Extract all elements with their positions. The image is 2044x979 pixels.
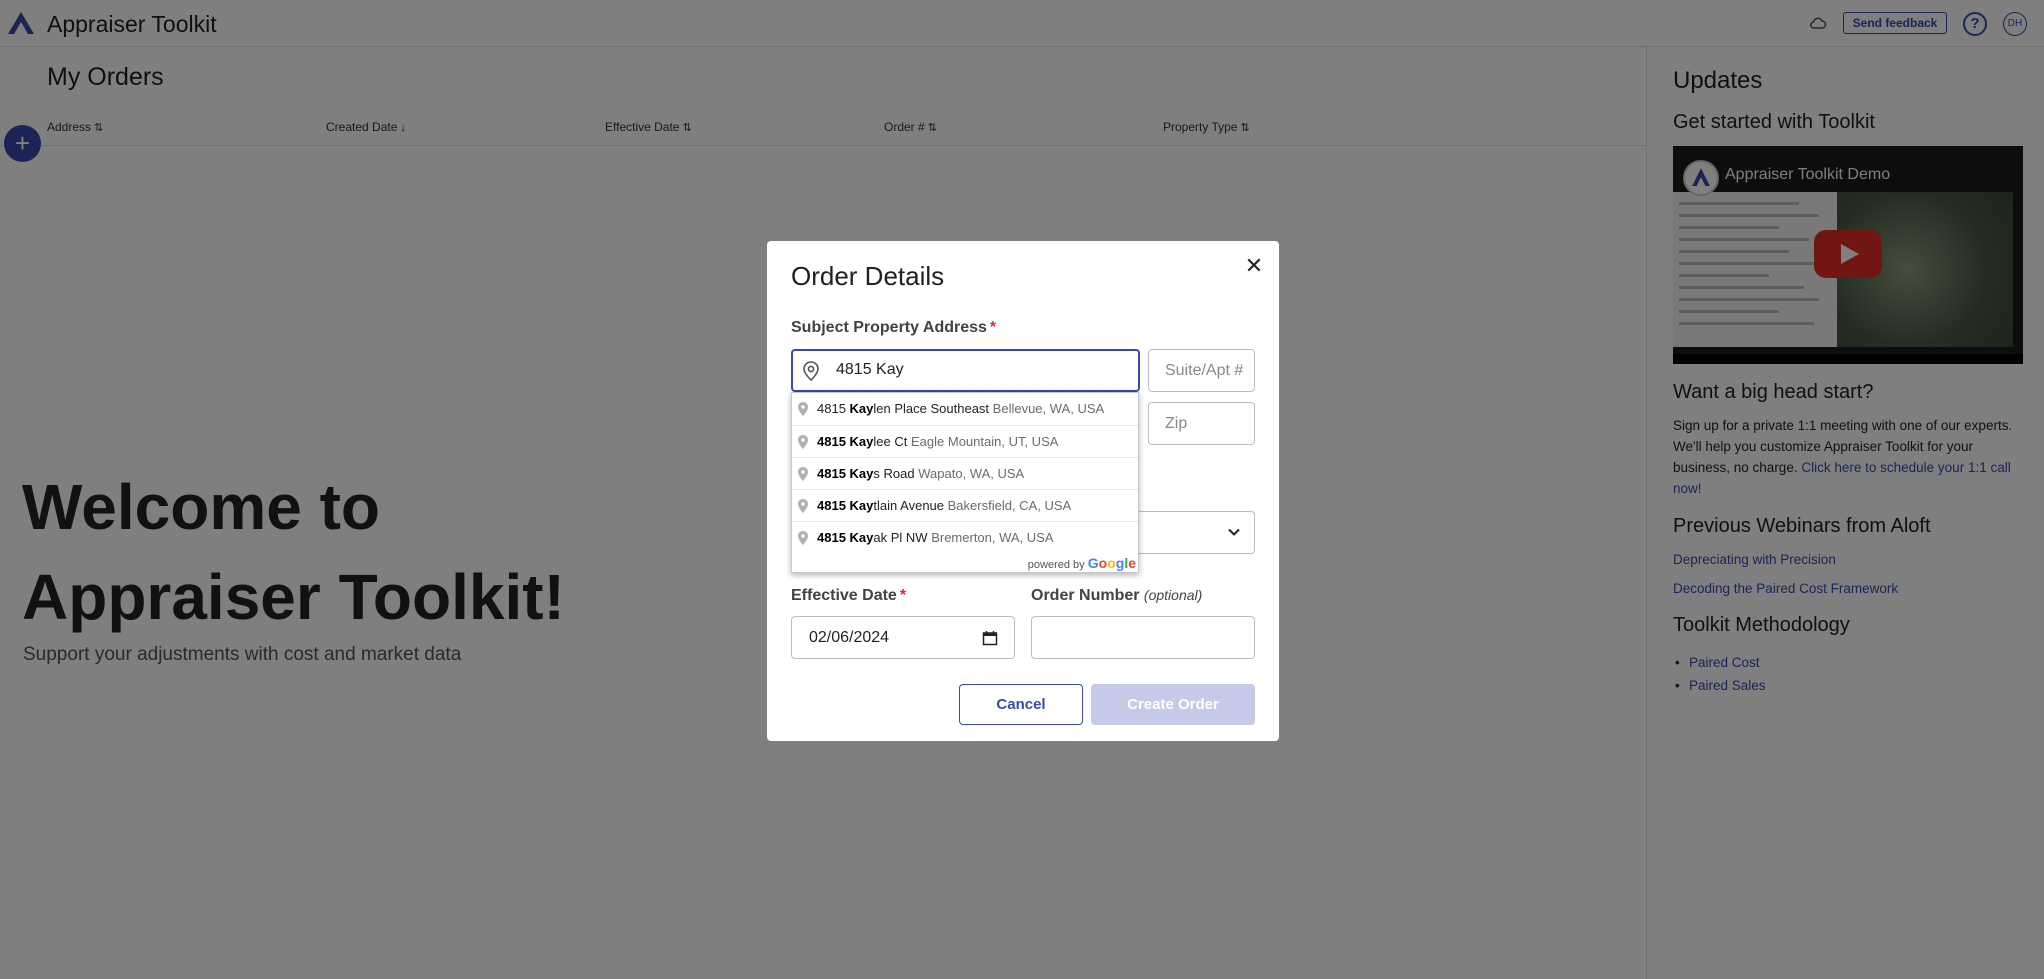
effective-date-value: 02/06/2024: [809, 629, 890, 646]
order-number-label: Order Number (optional): [1031, 587, 1202, 605]
dialog-title: Order Details: [791, 261, 945, 291]
suggestion-number: 4815: [817, 498, 850, 513]
location-pin-icon: [798, 467, 808, 481]
suggestion-match: Kay: [849, 530, 874, 545]
effective-date-label-text: Effective Date: [791, 587, 897, 604]
powered-by-google: powered by Google: [1028, 555, 1136, 571]
chevron-down-icon: [1228, 528, 1240, 536]
suggestion-secondary: Bakersfield, CA, USA: [947, 498, 1072, 513]
cancel-button[interactable]: Cancel: [959, 684, 1083, 725]
effective-date-label: Effective Date *: [791, 587, 906, 605]
optional-marker: (optional): [1143, 587, 1203, 603]
suggestion-item[interactable]: 4815 Kaytlain Avenue Bakersfield, CA, US…: [792, 489, 1138, 521]
address-autocomplete-dropdown: 4815 Kaylen Place Southeast Bellevue, WA…: [791, 392, 1139, 573]
suggestion-match: Kay: [849, 466, 874, 481]
order-number-input[interactable]: [1031, 616, 1255, 659]
suggestion-item[interactable]: 4815 Kayak Pl NW Bremerton, WA, USA: [792, 521, 1138, 553]
effective-date-field[interactable]: 02/06/2024: [791, 616, 1015, 659]
google-logo: Google: [1087, 555, 1136, 571]
suggestion-secondary: Bremerton, WA, USA: [931, 530, 1054, 545]
address-field[interactable]: [791, 349, 1140, 392]
suggestion-item[interactable]: 4815 Kaylen Place Southeast Bellevue, WA…: [792, 393, 1138, 425]
address-label-text: Subject Property Address: [791, 319, 987, 336]
suggestion-number: 4815: [817, 530, 850, 545]
suggestion-rest: ak Pl NW: [873, 530, 928, 545]
close-icon[interactable]: ✕: [1241, 253, 1267, 279]
location-pin-icon: [798, 499, 808, 513]
suggestion-number: 4815: [817, 434, 850, 449]
location-pin-icon: [798, 531, 808, 545]
order-number-label-text: Order Number: [1031, 587, 1140, 604]
suggestion-match: Kay: [849, 401, 874, 416]
suggestion-match: Kay: [849, 434, 874, 449]
powered-by-text: powered by: [1027, 559, 1085, 571]
suggestion-rest: tlain Avenue: [873, 498, 945, 513]
suggestion-secondary: Eagle Mountain, UT, USA: [911, 434, 1059, 449]
suggestion-item[interactable]: 4815 Kays Road Wapato, WA, USA: [792, 457, 1138, 489]
suggestion-item[interactable]: 4815 Kaylee Ct Eagle Mountain, UT, USA: [792, 425, 1138, 457]
suggestion-rest: lee Ct: [873, 434, 908, 449]
zip-input[interactable]: [1148, 402, 1255, 445]
create-order-button: Create Order: [1091, 684, 1255, 725]
suite-apt-input[interactable]: [1148, 349, 1255, 392]
suggestion-number: 4815: [817, 466, 850, 481]
suggestion-number: 4815: [817, 401, 850, 416]
address-label: Subject Property Address *: [791, 319, 996, 337]
required-marker: *: [989, 319, 997, 336]
suggestion-secondary: Bellevue, WA, USA: [992, 401, 1105, 416]
address-input[interactable]: [836, 361, 1126, 379]
required-marker: *: [899, 587, 907, 604]
suggestion-match: Kay: [849, 498, 874, 513]
location-pin-icon: [803, 361, 819, 381]
suggestion-rest: len Place Southeast: [873, 401, 990, 416]
suggestion-rest: s Road: [873, 466, 915, 481]
location-pin-icon: [798, 402, 808, 416]
location-pin-icon: [798, 435, 808, 449]
calendar-icon[interactable]: [982, 630, 998, 646]
suggestion-secondary: Wapato, WA, USA: [918, 466, 1025, 481]
